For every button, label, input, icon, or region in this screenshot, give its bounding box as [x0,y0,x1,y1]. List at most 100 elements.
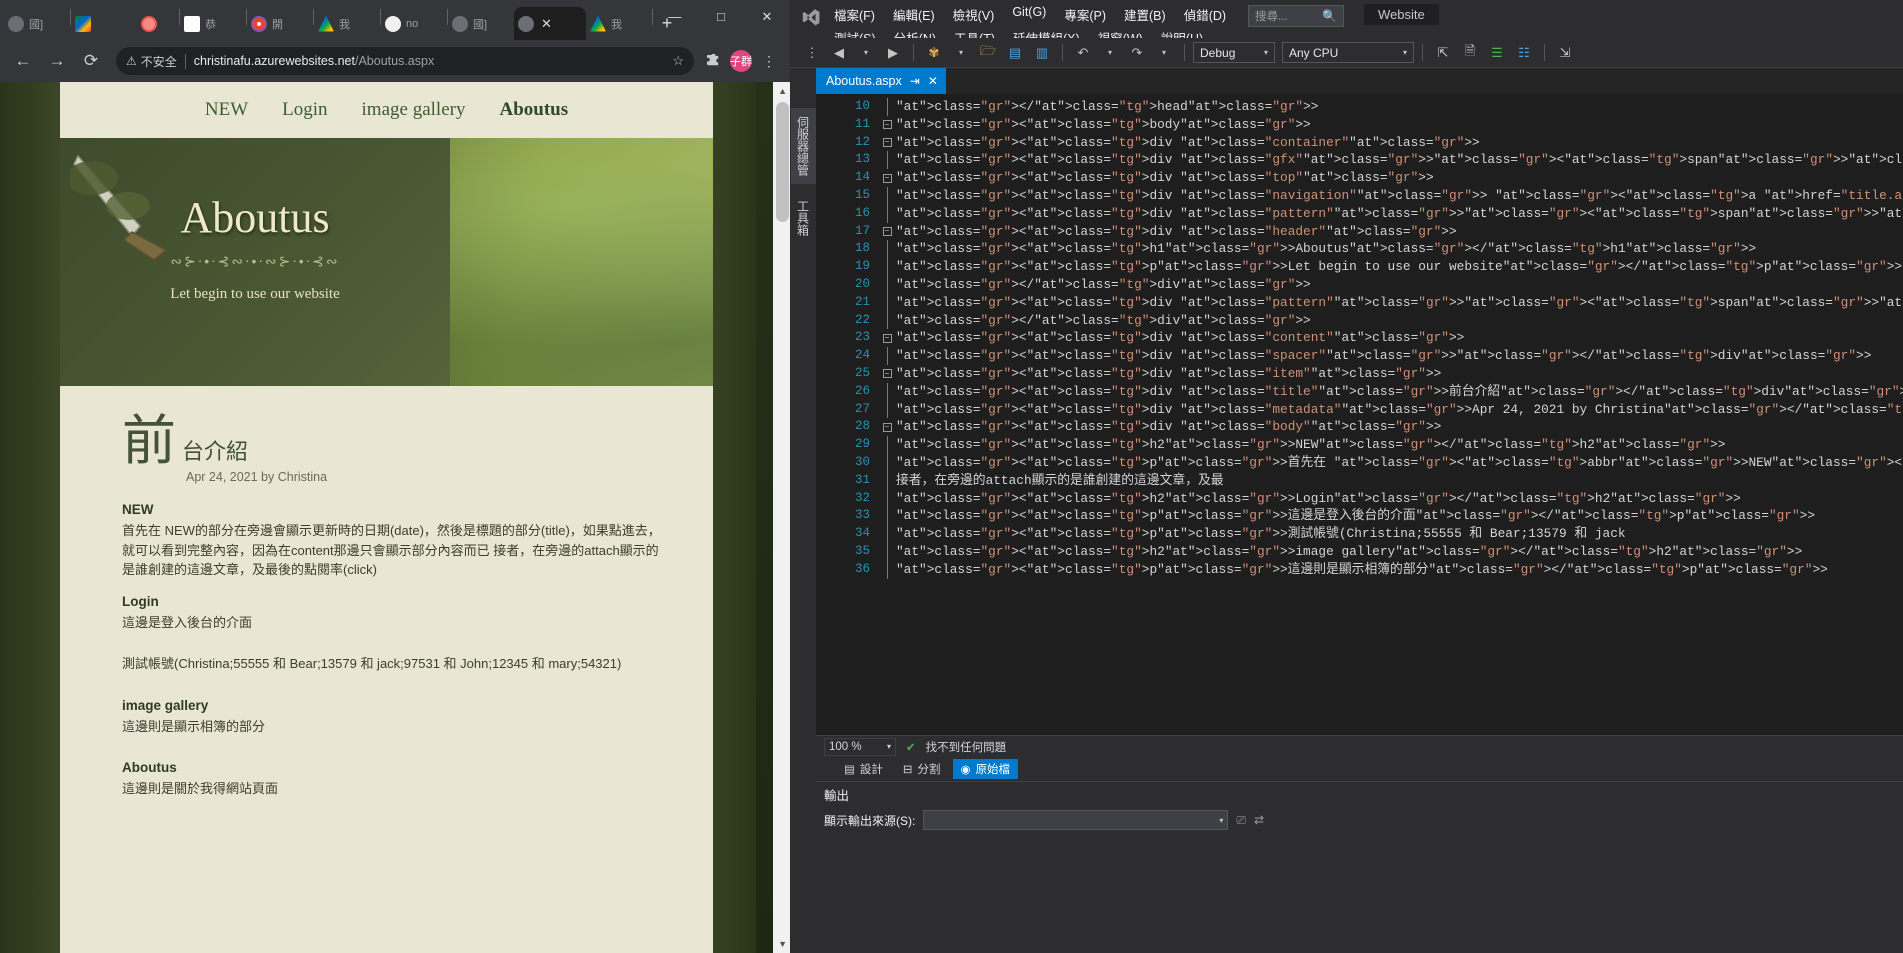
browser-tab[interactable] [71,7,137,40]
vs-title-bar: 檔案(F) 編輯(E) 檢視(V) Git(G) 專案(P) 建置(B) 偵錯(… [790,0,1903,46]
close-icon[interactable]: ✕ [744,0,790,33]
section-body-testaccounts: 測試帳號(Christina;55555 和 Bear;13579 和 jack… [122,656,622,671]
vs-body: 伺服器總管 工具箱 Aboutus.aspx ⇥ ✕ ▾ ⚙ 101 [790,68,1903,953]
forward-icon[interactable]: → [42,46,72,76]
nav-link-image-gallery[interactable]: image gallery [362,99,466,121]
browser-tab[interactable]: 國] [4,7,70,40]
editor-code-line: "at">class="gr"><"at">class="tg">div "at… [896,401,1903,417]
page-left-border [0,82,60,953]
new-file-icon[interactable]: ✾ [922,42,946,64]
output-source-dropdown[interactable]: ▾ [923,810,1229,830]
nav-link-aboutus[interactable]: Aboutus [499,99,568,121]
outdent-icon[interactable]: ☷ [1512,42,1536,64]
menu-file[interactable]: 檔案(F) [826,3,883,26]
reload-icon[interactable]: ⟳ [76,46,106,76]
editor-line-number: 26 [854,383,870,398]
menu-view[interactable]: 檢視(V) [945,3,1003,26]
editor-fold-margin[interactable]: − − − − − − − [878,94,896,735]
browser-tab[interactable]: 我 [586,7,652,40]
editor-fold-marker[interactable]: − [878,134,896,152]
editor-code-line: "at">class="gr"><"at">class="tg">body"at… [896,116,1311,132]
menu-debug[interactable]: 偵錯(D) [1176,3,1234,26]
rail-tab-toolbox[interactable]: 工具箱 [791,192,816,244]
toggle-outlining-icon[interactable]: ⇱ [1431,42,1455,64]
warning-triangle-icon: ⚠ [126,54,137,68]
undo-icon[interactable]: ↶ [1071,42,1095,64]
article-title-rest: 台介紹 [182,439,249,464]
browser-tab-active[interactable]: ✕ [514,7,586,40]
menu-project[interactable]: 專案(P) [1056,3,1114,26]
view-split-button[interactable]: ⊟ 分割 [895,759,949,779]
browser-tab[interactable]: 我 [314,7,380,40]
vs-search-box[interactable]: 搜尋... 🔍 [1248,5,1345,27]
editor-fold-marker[interactable]: − [878,418,896,436]
maximize-icon[interactable]: □ [698,0,744,33]
platform-dropdown[interactable]: Any CPU ▾ [1282,42,1414,63]
scroll-down-icon[interactable]: ▼ [778,939,787,949]
output-clear-icon[interactable]: ⎚ [1236,813,1246,828]
back-icon[interactable]: ← [8,46,38,76]
view-designer-button[interactable]: ▤ 設計 [836,759,891,779]
navigate-backward-dropdown-icon[interactable]: ▾ [854,42,878,64]
nav-link-login[interactable]: Login [282,99,327,121]
open-file-icon[interactable]: 🗁 [976,42,1000,64]
redo-icon[interactable]: ↷ [1125,42,1149,64]
editor-line-number: 30 [854,454,870,469]
rail-tab-server-explorer[interactable]: 伺服器總管 [790,108,816,184]
security-warning[interactable]: ⚠ 不安全 [126,53,177,70]
bookmark-star-icon[interactable]: ☆ [664,53,684,69]
editor-code-line: "at">class="gr"></"at">class="tg">div"at… [896,312,1311,328]
nav-link-new[interactable]: NEW [205,99,248,121]
new-file-dropdown-icon[interactable]: ▾ [949,42,973,64]
browser-tab[interactable]: 開 [247,7,313,40]
collapse-icon[interactable]: ⇲ [1553,42,1577,64]
redo-dropdown-icon[interactable]: ▾ [1152,42,1176,64]
save-all-icon[interactable]: ▥ [1030,42,1054,64]
editor-line-number: 33 [854,508,870,523]
code-editor[interactable]: 10 11 12 13 14 15 16 17 18 19 20 21 22 23 24 25 26 27 28 29… [816,94,1903,735]
menu-build[interactable]: 建置(B) [1116,3,1174,26]
navigate-backward-icon[interactable]: ◀ [827,42,851,64]
editor-code-line: "at">class="gr"><"at">class="tg">h2"at">… [896,490,1741,506]
navigate-forward-icon[interactable]: ▶ [881,42,905,64]
editor-fold-marker [878,400,896,419]
browser-tab[interactable]: 國] [448,7,514,40]
chrome-menu-icon[interactable]: ⋮ [756,48,782,74]
editor-fold-marker [878,453,896,472]
editor-code-line: "at">class="gr"><"at">class="tg">div "at… [896,365,1442,381]
menu-git[interactable]: Git(G) [1004,3,1054,26]
browser-tab[interactable] [137,7,179,40]
editor-fold-marker[interactable]: − [878,116,896,134]
editor-fold-marker[interactable]: − [878,365,896,383]
extensions-icon[interactable] [700,48,726,74]
save-icon[interactable]: ▤ [1003,42,1027,64]
editor-fold-marker [878,98,896,116]
avatar[interactable]: 子群 [730,50,752,72]
comment-icon[interactable]: 🗎 [1458,42,1482,64]
editor-fold-marker[interactable]: − [878,223,896,241]
address-bar[interactable]: ⚠ 不安全 christinafu.azurewebsites.net/Abou… [116,47,694,75]
page-scrollbar-thumb[interactable] [776,102,789,222]
editor-tab-aboutus-aspx[interactable]: Aboutus.aspx ⇥ ✕ [816,68,946,94]
browser-tab[interactable]: 恭 [180,7,246,40]
pin-icon[interactable]: ⇥ [910,74,920,88]
editor-line-numbers: 10 11 12 13 14 15 16 17 18 19 20 21 22 23 24 25 26 27 28 29… [816,94,878,735]
search-icon[interactable]: 🔍 [1322,9,1337,23]
undo-dropdown-icon[interactable]: ▾ [1098,42,1122,64]
browser-tab[interactable]: no [381,7,447,40]
close-icon[interactable]: ✕ [928,74,938,88]
minimize-icon[interactable]: — [652,0,698,33]
editor-zoom-dropdown[interactable]: 100 % ▾ [824,737,896,756]
close-icon[interactable]: ✕ [541,16,552,32]
output-wordwrap-icon[interactable]: ⇄ [1254,813,1264,827]
editor-fold-marker[interactable]: − [878,329,896,347]
editor-fold-marker[interactable]: − [878,169,896,187]
editor-code-text[interactable]: "at">class="gr"></"at">class="tg">head"a… [896,94,1903,735]
build-configuration-dropdown[interactable]: Debug ▾ [1193,42,1275,63]
section-heading-gallery: image gallery [122,697,209,713]
menu-edit[interactable]: 編輯(E) [885,3,943,26]
scroll-up-icon[interactable]: ▲ [778,86,787,96]
indent-icon[interactable]: ☰ [1485,42,1509,64]
page-scrollbar[interactable]: ▲ ▼ [773,82,790,953]
view-source-button[interactable]: ◉ 原始檔 [952,759,1019,779]
